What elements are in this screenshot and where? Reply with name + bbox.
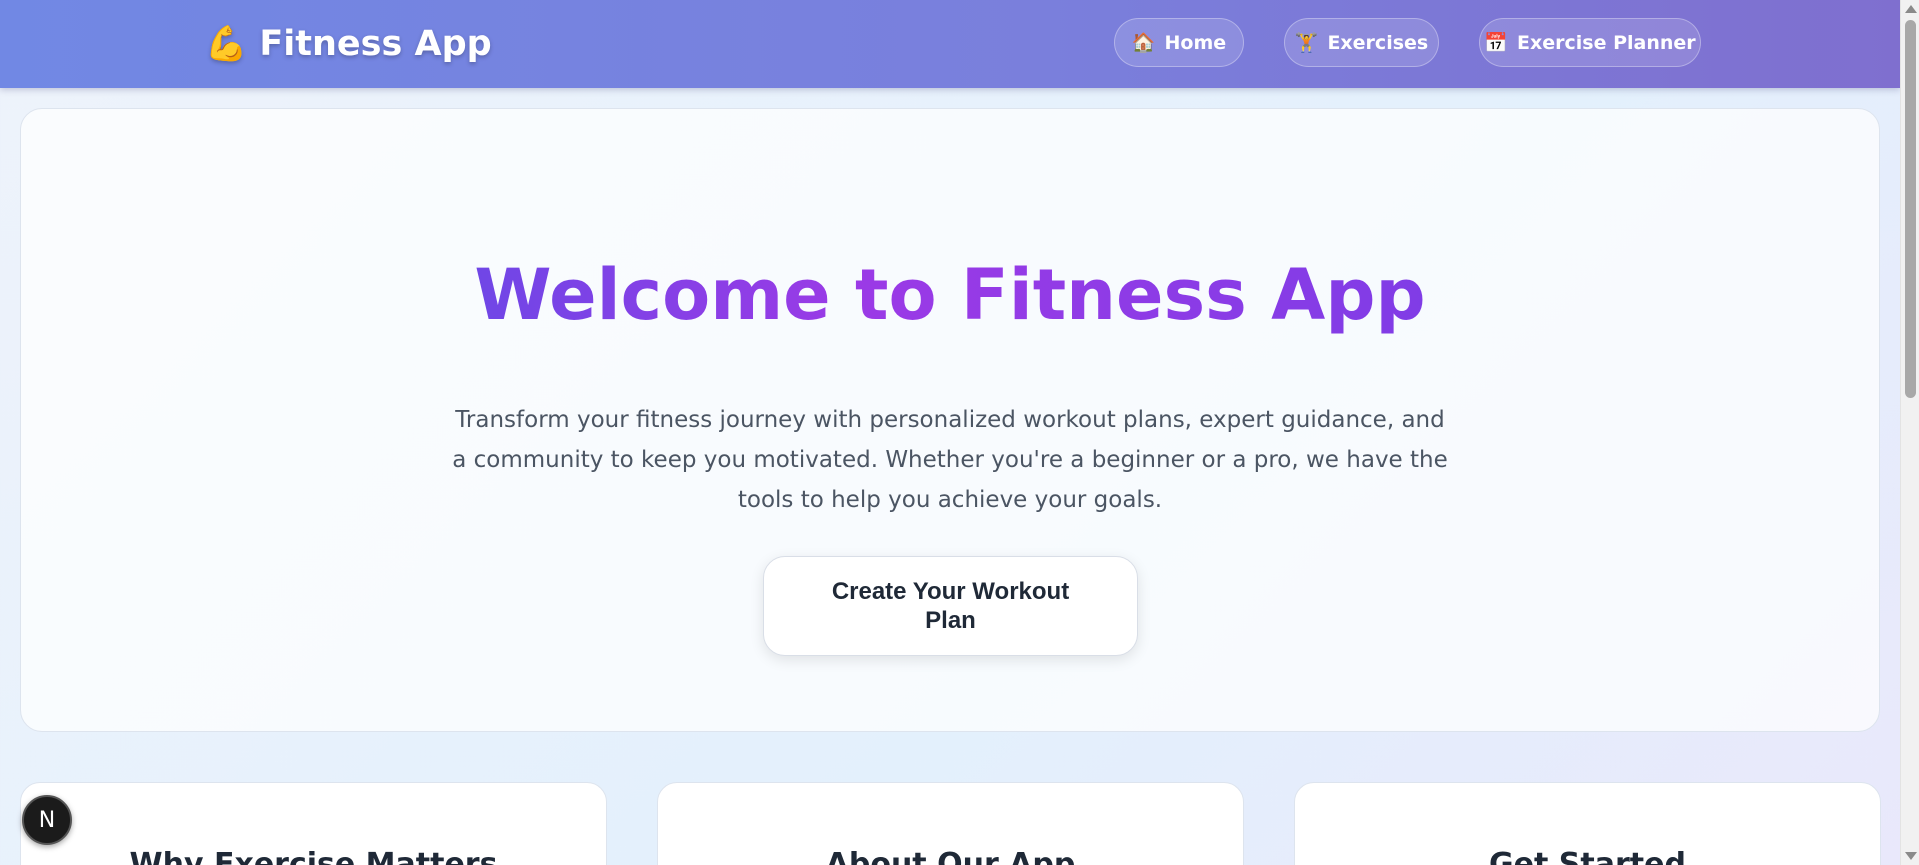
nextjs-dev-indicator-button[interactable]: N [22,795,72,845]
brand-name: Fitness App [259,24,492,64]
hero-title: Welcome to Fitness App [0,250,1900,340]
feature-card-title: Get Started [1489,847,1686,865]
brand-logo[interactable]: 💪 Fitness App [205,23,492,65]
nav-home-button[interactable]: 🏠 Home [1114,18,1244,67]
nav-exercises-label: Exercises [1327,31,1429,54]
feature-card-about: About Our App [657,782,1244,865]
house-icon: 🏠 [1131,32,1156,54]
scroll-down-arrow-icon[interactable] [1905,852,1917,860]
flexed-biceps-icon: 💪 [205,24,248,64]
feature-card-get-started: Get Started [1294,782,1881,865]
vertical-scrollbar[interactable] [1900,0,1919,865]
feature-card-why-exercise: Why Exercise Matters [20,782,607,865]
hero-description: Transform your fitness journey with pers… [452,407,1448,513]
create-workout-plan-button[interactable]: Create Your Workout Plan [763,556,1138,656]
scroll-up-arrow-icon[interactable] [1905,5,1917,13]
weightlifter-icon: 🏋 [1294,32,1319,54]
nav-exercise-planner-label: Exercise Planner [1517,31,1696,54]
top-navbar: 💪 Fitness App 🏠 Home 🏋 Exercises 📅 Exerc… [0,0,1900,88]
calendar-icon: 📅 [1484,32,1508,54]
feature-card-title: About Our App [825,847,1076,865]
feature-card-title: Why Exercise Matters [129,847,498,865]
nav-home-label: Home [1164,31,1227,54]
nav-exercise-planner-button[interactable]: 📅 Exercise Planner [1479,18,1701,67]
scrollbar-thumb[interactable] [1905,20,1916,398]
nav-exercises-button[interactable]: 🏋 Exercises [1284,18,1439,67]
